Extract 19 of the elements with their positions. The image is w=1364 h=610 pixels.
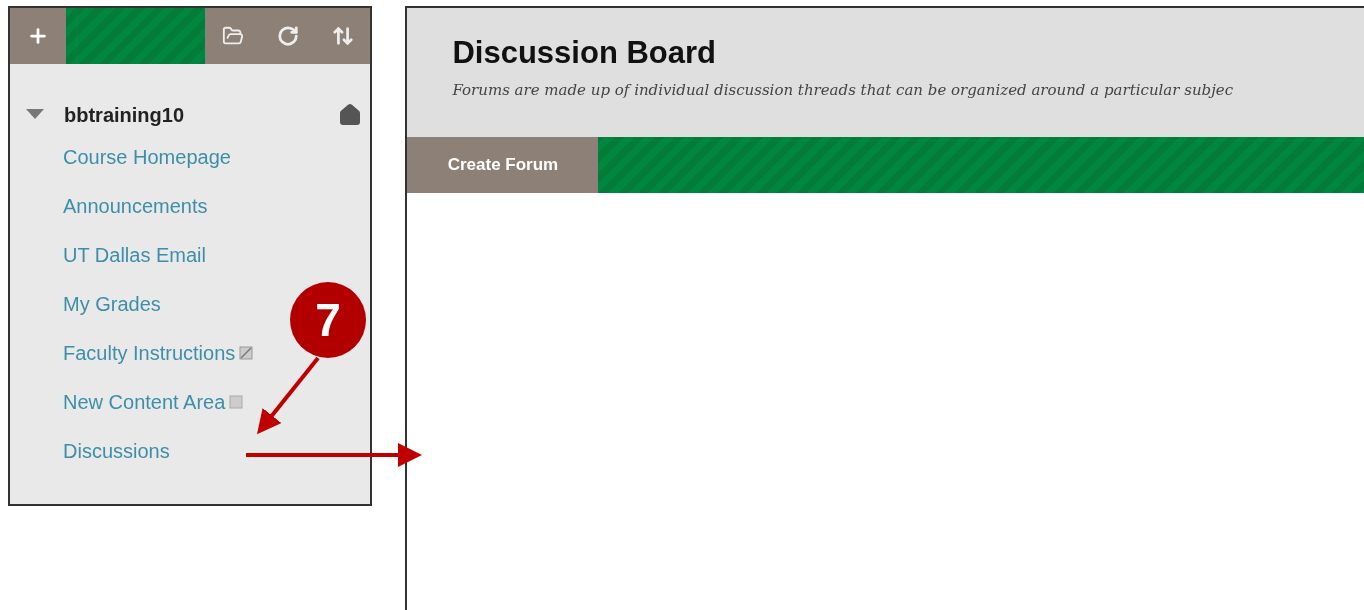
create-forum-button[interactable]: Create Forum xyxy=(407,137,599,193)
home-icon xyxy=(338,103,363,127)
menu-link[interactable]: Course Homepage xyxy=(63,141,231,172)
menu-link[interactable]: New Content Area xyxy=(63,386,226,417)
caret-down-icon[interactable] xyxy=(26,109,44,121)
menu-link[interactable]: Announcements xyxy=(63,190,208,221)
folder-icon xyxy=(221,25,244,47)
plus-icon xyxy=(27,25,49,47)
sort-icon xyxy=(331,25,354,47)
empty-status-icon xyxy=(229,394,244,409)
page-title: Discussion Board xyxy=(452,34,717,72)
hidden-status-icon xyxy=(239,345,254,360)
course-title[interactable]: bbtraining10 xyxy=(64,100,339,130)
menu-link[interactable]: Discussions xyxy=(63,435,170,466)
refresh-icon xyxy=(276,25,299,47)
page-description: Forums are made up of individual discussion threads that can be organized around a particular subjec xyxy=(452,79,1235,101)
menu-link[interactable]: My Grades xyxy=(63,288,161,319)
menu-link[interactable]: Faculty Instructions xyxy=(63,337,236,368)
menu-link[interactable]: UT Dallas Email xyxy=(63,239,206,270)
